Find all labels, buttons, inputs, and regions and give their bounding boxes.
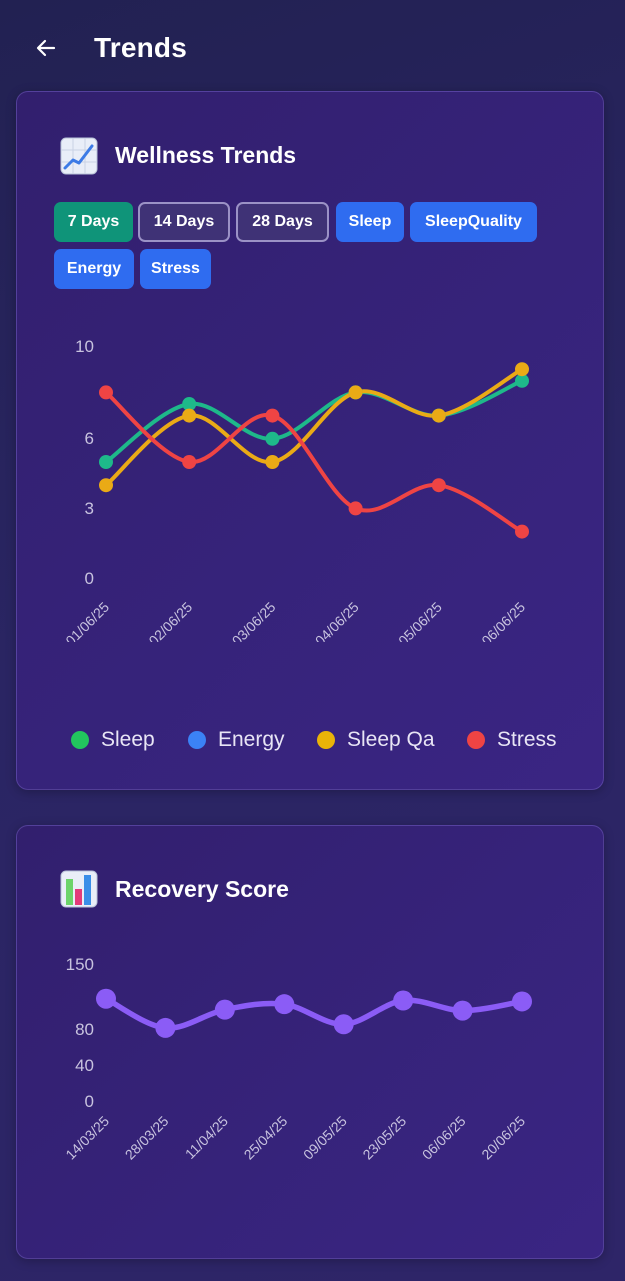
data-point-stress[interactable] [515, 524, 529, 539]
data-point-sleep[interactable] [99, 455, 113, 469]
series-line-sleep-qa [104, 367, 524, 488]
data-point-stress[interactable] [99, 385, 113, 400]
chart-increasing-icon [59, 136, 99, 176]
x-tick-label: 04/06/25 [312, 599, 362, 642]
y-tick-label: 3 [85, 499, 94, 518]
filter-button-7-days[interactable]: 7 Days [54, 202, 133, 242]
data-point-recovery-score[interactable] [512, 991, 532, 1012]
legend-label: Sleep [101, 728, 155, 751]
y-tick-label: 6 [85, 429, 94, 448]
data-point-recovery-score[interactable] [155, 1017, 176, 1038]
legend-dot [188, 731, 206, 749]
data-point-recovery-score[interactable] [393, 990, 414, 1011]
recovery-score-title: Recovery Score [115, 876, 289, 902]
data-point-sleep-qa[interactable] [99, 478, 113, 493]
series-line-sleep [104, 378, 524, 464]
legend-label: Stress [497, 728, 557, 751]
legend-item-sleep-qa[interactable]: Sleep Qa [317, 728, 435, 752]
filter-button-energy[interactable]: Energy [54, 249, 134, 289]
x-tick-label: 02/06/25 [145, 599, 195, 642]
data-point-recovery-score[interactable] [214, 999, 235, 1020]
data-point-sleep-qa[interactable] [182, 408, 197, 423]
legend-item-stress[interactable]: Stress [467, 728, 557, 752]
y-tick-label: 0 [85, 1092, 94, 1111]
back-button[interactable] [30, 32, 62, 64]
data-point-sleep-qa[interactable] [348, 385, 363, 400]
data-point-sleep[interactable] [265, 431, 280, 446]
data-point-recovery-score[interactable] [96, 988, 116, 1009]
data-point-stress[interactable] [265, 408, 280, 423]
x-tick-label: 20/06/25 [478, 1113, 528, 1163]
data-point-recovery-score[interactable] [333, 1014, 354, 1035]
x-tick-label: 03/06/25 [229, 599, 279, 642]
filter-button-sleepquality[interactable]: SleepQuality [410, 202, 537, 242]
y-tick-label: 0 [85, 569, 94, 588]
wellness-trends-title: Wellness Trends [115, 142, 297, 168]
arrow-left-icon [36, 39, 56, 57]
legend-label: Sleep Qa [347, 728, 435, 751]
filter-button-sleep[interactable]: Sleep [336, 202, 404, 242]
legend-item-sleep[interactable]: Sleep [71, 728, 155, 752]
data-point-sleep-qa[interactable] [431, 408, 446, 423]
recovery-line-chart: 150 80 40 0 14/03/25 28/03/25 11/04/25 25/04/25… [62, 955, 532, 1163]
x-tick-label: 28/03/25 [122, 1113, 172, 1163]
legend-label: Energy [218, 728, 285, 751]
data-point-stress[interactable] [348, 501, 363, 516]
data-point-sleep-qa[interactable] [515, 362, 529, 377]
x-tick-label: 25/04/25 [241, 1113, 291, 1163]
data-point-stress[interactable] [182, 455, 197, 469]
data-point-sleep-qa[interactable] [265, 455, 280, 469]
recovery-score-card: Recovery Score 150 80 40 0 14/03/25 28/03/25 1… [16, 825, 604, 1259]
y-tick-label: 80 [75, 1020, 94, 1039]
x-tick-label: 05/06/25 [395, 599, 445, 642]
legend-item-energy[interactable]: Energy [188, 728, 285, 752]
legend-dot [71, 731, 89, 749]
app-header: Trends [0, 0, 625, 92]
filter-button-14-days[interactable]: 14 Days [138, 202, 230, 242]
x-tick-label: 06/06/25 [419, 1113, 469, 1163]
wellness-trends-card: Wellness Trends 7 Days 14 Days 28 Days Slee… [16, 91, 604, 790]
x-tick-label: 01/06/25 [62, 599, 112, 642]
wellness-line-chart: 10 6 3 0 01/06/25 02/06/25 03/06/25 04/06/25 05/… [62, 337, 529, 642]
legend-dot [467, 731, 485, 749]
data-point-recovery-score[interactable] [452, 1000, 473, 1021]
x-tick-label: 14/03/25 [62, 1113, 112, 1163]
x-tick-label: 23/05/25 [359, 1113, 409, 1163]
x-tick-label: 06/06/25 [478, 599, 528, 642]
x-tick-label: 09/05/25 [300, 1113, 350, 1163]
legend-dot [317, 731, 335, 749]
filter-button-28-days[interactable]: 28 Days [236, 202, 329, 242]
y-tick-label: 150 [66, 955, 94, 974]
data-point-stress[interactable] [431, 478, 446, 493]
y-tick-label: 10 [75, 337, 94, 356]
page-title: Trends [94, 32, 188, 63]
bar-chart-icon [59, 869, 99, 909]
x-tick-label: 11/04/25 [182, 1113, 231, 1162]
y-tick-label: 40 [75, 1056, 94, 1075]
filter-button-stress[interactable]: Stress [140, 249, 211, 289]
data-point-recovery-score[interactable] [274, 994, 295, 1015]
